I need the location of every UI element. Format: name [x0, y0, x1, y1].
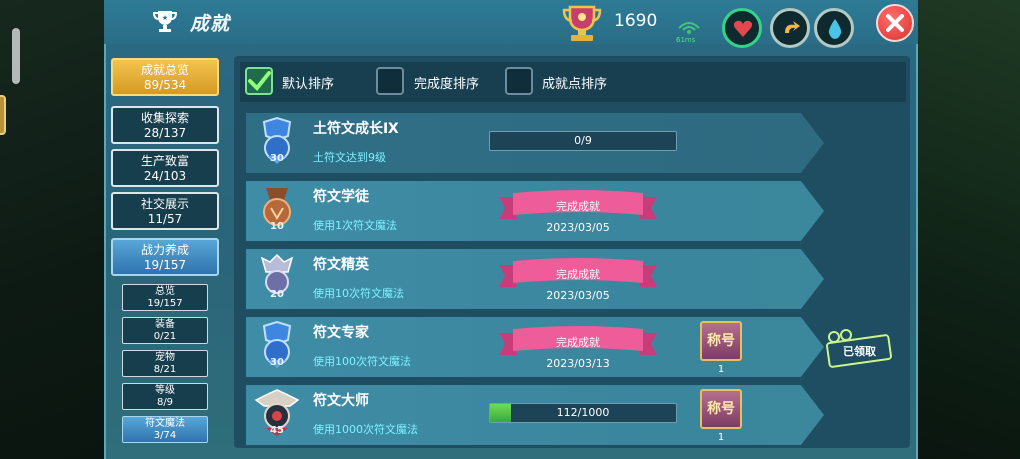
- completed-label: 完成成就: [556, 268, 600, 281]
- sort-default-checkbox[interactable]: [245, 67, 273, 95]
- achievement-desc: 土符文达到9级: [313, 151, 386, 164]
- reward-label: 称号: [707, 401, 735, 417]
- sort-default-label: 默认排序: [282, 77, 335, 92]
- health-gauge[interactable]: [722, 8, 762, 48]
- sort-points-checkbox[interactable]: [505, 67, 533, 95]
- progress-text: 0/9: [574, 134, 592, 147]
- completion-date: 2023/03/13: [546, 357, 610, 370]
- sidebar-item-label: 战力养成: [140, 243, 189, 257]
- check-icon: [248, 71, 271, 91]
- trophy-icon: ★: [152, 11, 178, 32]
- title-reward-badge[interactable]: 称号: [700, 321, 742, 361]
- sort-completion-label: 完成度排序: [414, 77, 480, 92]
- achievement-title: 符文学徒: [313, 189, 369, 205]
- sub-item-equipment[interactable]: 装备 0/21: [122, 317, 208, 344]
- completion-date: 2023/03/05: [546, 289, 610, 302]
- sub-item-count: 8/21: [153, 364, 177, 375]
- achievement-title: 符文专家: [313, 325, 369, 341]
- sub-item-level[interactable]: 等级 8/9: [122, 383, 208, 410]
- sidebar-item-label: 生产致富: [140, 154, 189, 168]
- water-drop-icon: [828, 19, 842, 39]
- side-handle[interactable]: [12, 28, 20, 84]
- sub-item-rune-magic[interactable]: 符文魔法 3/74: [122, 416, 208, 443]
- completed-label: 完成成就: [556, 336, 600, 349]
- sort-completion-checkbox[interactable]: [376, 67, 404, 95]
- sort-points-label: 成就点排序: [542, 77, 608, 92]
- sidebar-item-overview[interactable]: 成就总览 89/534: [111, 58, 219, 96]
- sub-item-count: 3/74: [153, 430, 177, 441]
- achievement-desc: 使用100次符文魔法: [313, 355, 411, 368]
- sub-item-label: 宠物: [155, 352, 175, 363]
- progress-bar: 0/9: [489, 131, 677, 151]
- achievement-desc: 使用1000次符文魔法: [313, 423, 418, 436]
- progress-text: 112/1000: [556, 406, 610, 419]
- reward-label: 称号: [707, 333, 735, 349]
- sidebar-item-count: 24/103: [143, 169, 187, 183]
- water-gauge[interactable]: [814, 8, 854, 48]
- close-button[interactable]: [876, 4, 914, 42]
- svg-text:★: ★: [162, 14, 168, 22]
- reward-count: 1: [717, 432, 725, 443]
- achievement-title: 土符文成长Ⅸ: [313, 121, 399, 137]
- sub-item-label: 总览: [155, 286, 175, 297]
- achievement-points: 30: [270, 357, 284, 368]
- wifi-icon: [678, 22, 700, 34]
- sidebar-item-label: 社交展示: [140, 197, 189, 211]
- sidebar-item-explore[interactable]: 收集探索 28/137: [111, 106, 219, 144]
- sub-item-pets[interactable]: 宠物 8/21: [122, 350, 208, 377]
- title-reward-badge[interactable]: 称号: [700, 389, 742, 429]
- sidebar-item-power[interactable]: 战力养成 19/157: [111, 238, 219, 276]
- completion-date: 2023/03/05: [546, 221, 610, 234]
- achievement-desc: 使用1次符文魔法: [313, 219, 397, 232]
- achievement-title: 符文大师: [313, 393, 369, 409]
- achievement-desc: 使用10次符文魔法: [313, 287, 404, 300]
- completed-label: 完成成就: [556, 200, 600, 213]
- sub-item-label: 等级: [155, 385, 175, 396]
- sub-item-count: 0/21: [153, 331, 177, 342]
- achievement-cup-icon: [562, 5, 602, 41]
- sub-item-label: 符文魔法: [145, 418, 185, 429]
- background-right: [918, 0, 1020, 459]
- sidebar-item-count: 19/157: [143, 258, 187, 272]
- sidebar-item-count: 89/534: [143, 78, 187, 92]
- heart-icon: [733, 20, 753, 37]
- sub-item-overview[interactable]: 总览 19/157: [122, 284, 208, 311]
- side-tab[interactable]: [0, 95, 6, 135]
- sidebar-item-count: 11/57: [147, 212, 183, 226]
- reward-count: 1: [717, 364, 725, 375]
- achievement-points: 30: [270, 153, 284, 164]
- sub-item-label: 装备: [155, 319, 175, 330]
- sidebar-item-label: 成就总览: [140, 63, 189, 77]
- sidebar-item-production[interactable]: 生产致富 24/103: [111, 149, 219, 187]
- stamina-gauge[interactable]: [770, 8, 810, 48]
- sub-item-count: 8/9: [156, 397, 174, 408]
- boost-icon: [785, 21, 800, 33]
- achievement-title: 符文精英: [313, 257, 369, 273]
- sidebar-item-count: 28/137: [143, 126, 187, 140]
- achievement-points: 10: [270, 221, 284, 232]
- claimed-label: 已领取: [843, 345, 876, 358]
- ping-readout: 61ms: [676, 36, 696, 44]
- sidebar-item-social[interactable]: 社交展示 11/57: [111, 192, 219, 230]
- achievement-points: 20: [270, 289, 284, 300]
- sub-item-count: 19/157: [147, 298, 183, 309]
- achievement-points: 1690: [614, 11, 658, 31]
- page-title: 成就: [190, 13, 231, 35]
- achievement-points: 45: [270, 425, 284, 436]
- close-icon: [886, 14, 904, 32]
- sidebar-item-label: 收集探索: [140, 111, 189, 125]
- progress-bar: 112/1000: [489, 403, 677, 423]
